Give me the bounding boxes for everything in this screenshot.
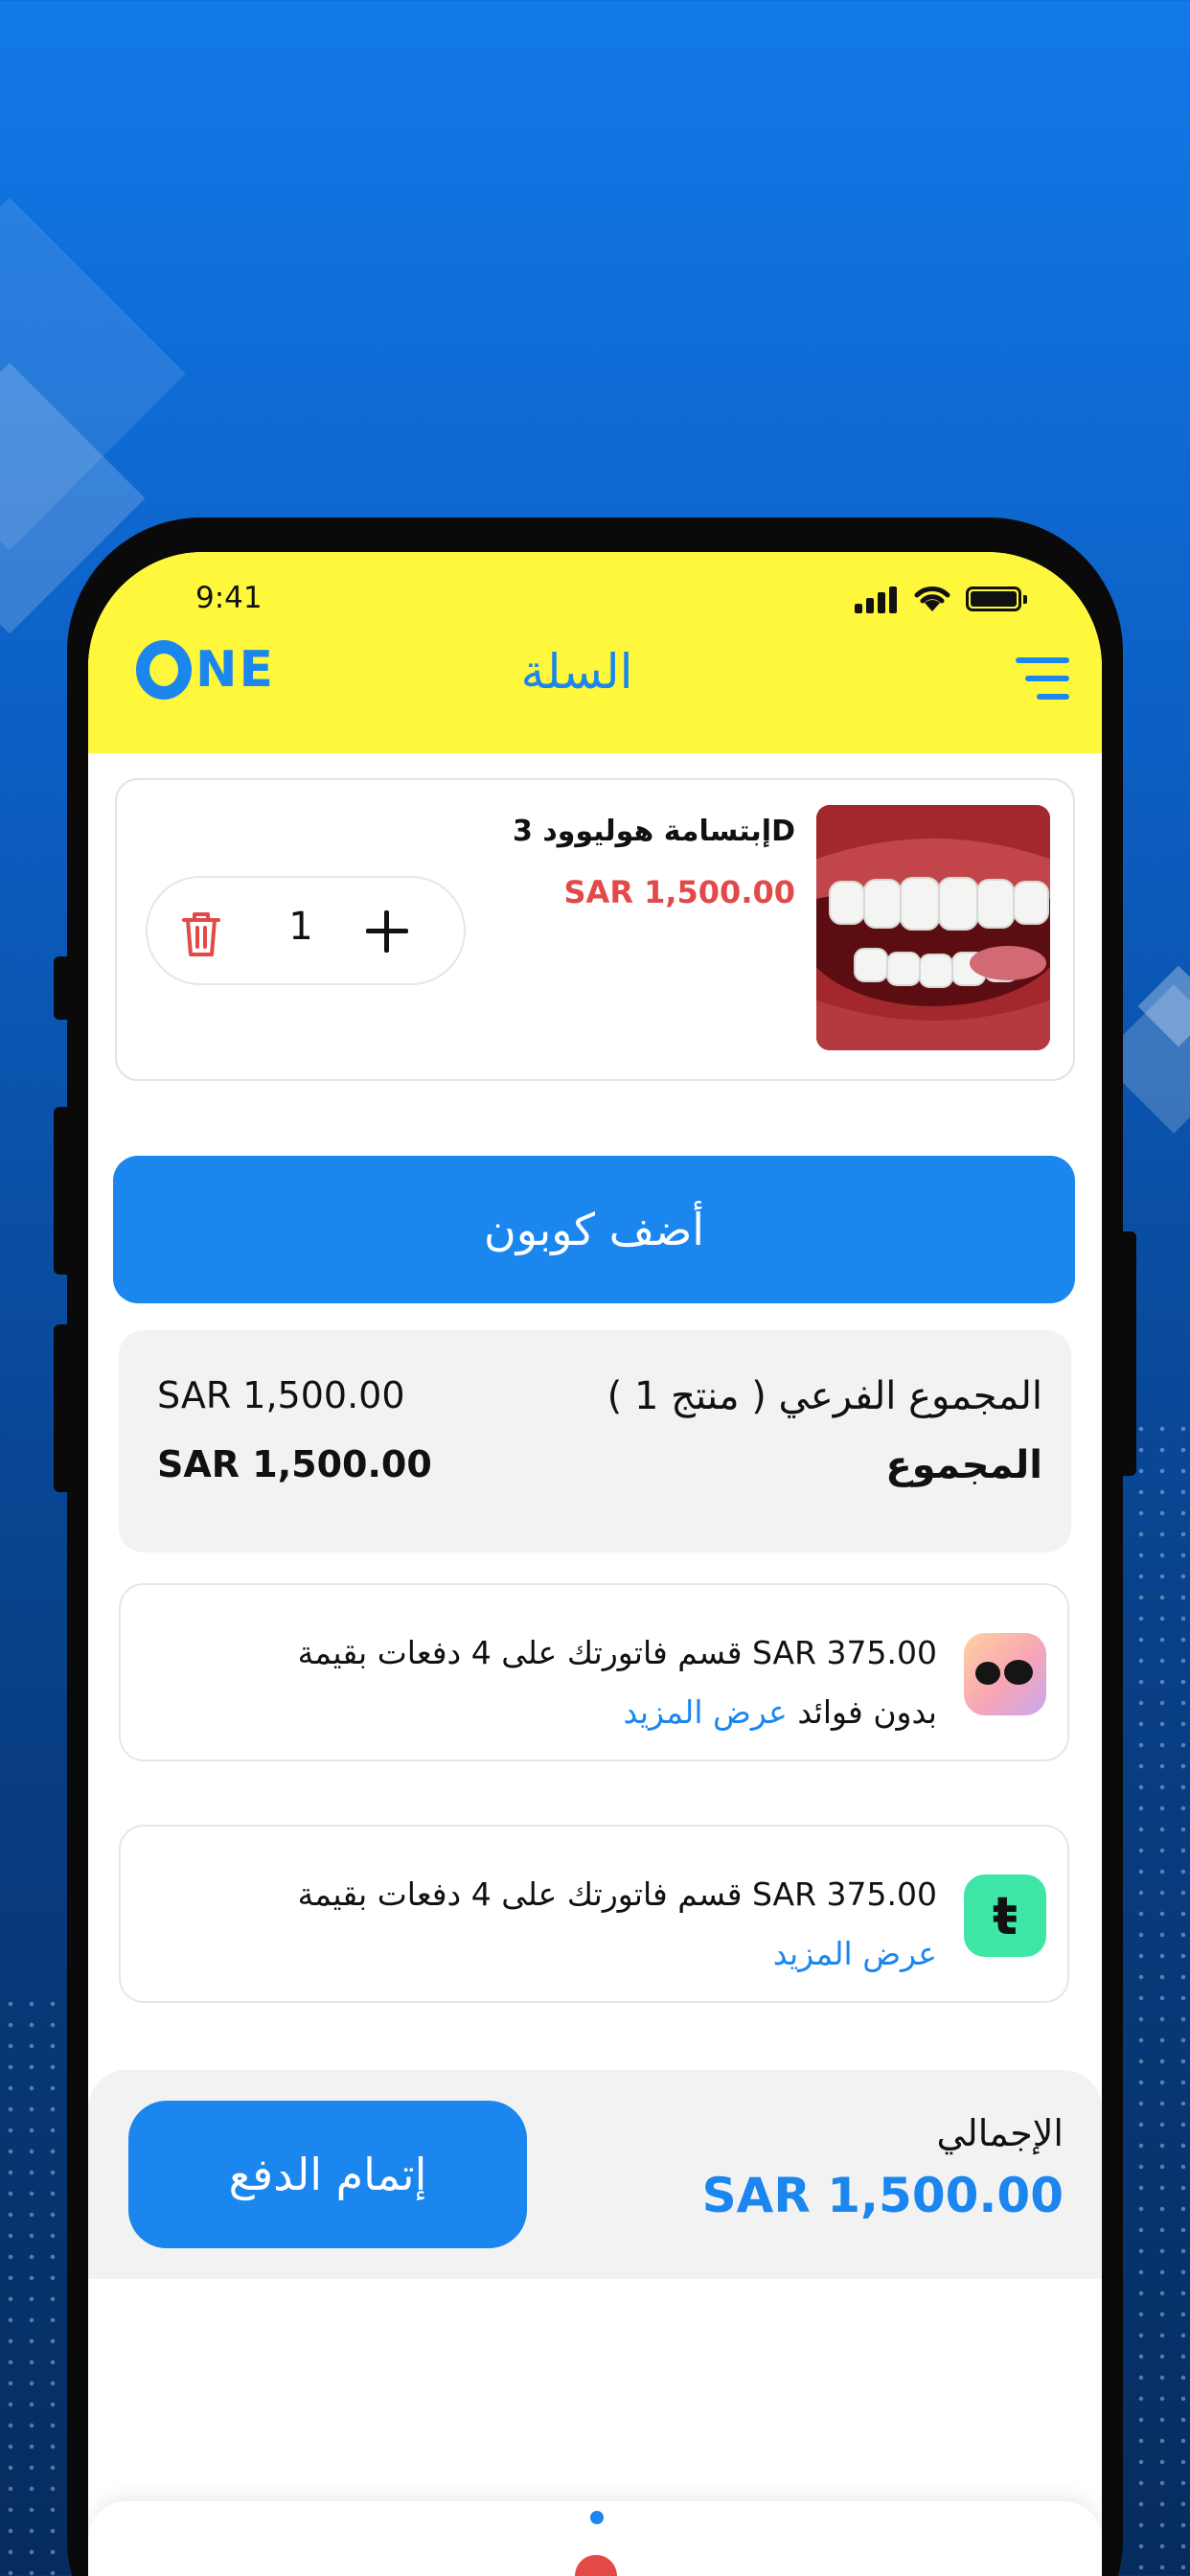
wifi-icon (914, 586, 950, 611)
add-coupon-button[interactable]: أضف كوبون (113, 1156, 1075, 1303)
product-image[interactable] (816, 805, 1050, 1050)
app-logo[interactable]: NE (136, 640, 275, 700)
quantity-value: 1 (288, 905, 313, 949)
background-dot-pattern (1131, 1418, 1190, 2576)
tamara-installment-card[interactable]: ŧ قسم فاتورتك على 4 دفعات بقيمة SAR 375.… (119, 1825, 1069, 2003)
tabby-installment-note-row: بدون فوائد عرض المزيد (209, 1683, 937, 1742)
product-name[interactable]: إبتسامة هوليوود 3D (404, 815, 795, 848)
status-icons (855, 581, 1027, 615)
tabby-installment-card[interactable]: قسم فاتورتك على 4 دفعات بقيمة SAR 375.00… (119, 1583, 1069, 1761)
tamara-show-more-link[interactable]: عرض المزيد (209, 1924, 937, 1984)
tamara-logo-icon: ŧ (964, 1874, 1046, 1957)
total-label: المجموع (885, 1443, 1042, 1487)
plus-icon[interactable] (364, 908, 410, 954)
phone-screen: 9:41 NE السلة إبتسامة هوليوود 3D SAR 1,5… (88, 552, 1102, 2576)
product-price: SAR 1,500.00 (563, 874, 796, 910)
tabby-installment-description: قسم فاتورتك على 4 دفعات بقيمة SAR 375.00 (297, 1634, 937, 1671)
cart-badge-icon[interactable] (575, 2555, 617, 2576)
subtotal-label: المجموع الفرعي ( منتج 1 ) (606, 1374, 1042, 1418)
order-summary: المجموع الفرعي ( منتج 1 ) SAR 1,500.00 ا… (119, 1330, 1071, 1552)
cart-item-card: إبتسامة هوليوود 3D SAR 1,500.00 1 (115, 778, 1075, 1081)
page-title: السلة (520, 644, 633, 700)
active-tab-indicator (590, 2511, 604, 2524)
total-value: SAR 1,500.00 (157, 1443, 432, 1485)
subtotal-value: SAR 1,500.00 (157, 1374, 405, 1416)
grand-total-value: SAR 1,500.00 (701, 2168, 1064, 2223)
logo-o-mark (136, 640, 192, 700)
grand-total-label: الإجمالي (936, 2112, 1064, 2154)
tabby-installment-text: قسم فاتورتك على 4 دفعات بقيمة SAR 375.00… (209, 1623, 937, 1742)
tamara-installment-description: قسم فاتورتك على 4 دفعات بقيمة SAR 375.00 (297, 1875, 937, 1913)
tabby-logo-icon (964, 1633, 1046, 1715)
logo-text: NE (195, 641, 276, 699)
complete-payment-button[interactable]: إتمام الدفع (128, 2101, 527, 2248)
menu-icon[interactable] (1016, 657, 1069, 700)
battery-icon (966, 586, 1027, 611)
checkout-bar: إتمام الدفع الإجمالي SAR 1,500.00 (88, 2070, 1102, 2279)
status-time: 9:41 (195, 581, 263, 615)
signal-icon (855, 586, 901, 613)
trash-icon[interactable] (178, 908, 224, 958)
background-dot-pattern (0, 1993, 67, 2576)
quantity-stepper: 1 (146, 876, 466, 985)
tabby-no-interest-note: بدون فوائد (797, 1693, 937, 1731)
tamara-installment-text: قسم فاتورتك على 4 دفعات بقيمة SAR 375.00… (209, 1865, 937, 1984)
app-header: 9:41 NE السلة (88, 552, 1102, 753)
bottom-navigation (88, 2501, 1102, 2576)
tabby-show-more-link[interactable]: عرض المزيد (624, 1693, 788, 1731)
